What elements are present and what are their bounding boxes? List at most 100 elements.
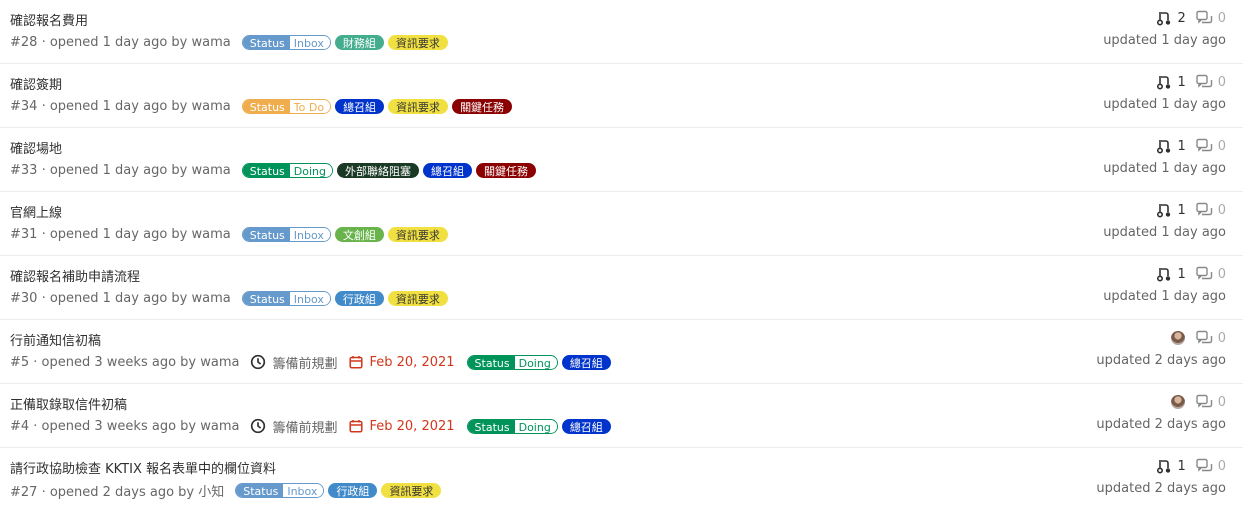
status-label[interactable]: Status Inbox xyxy=(235,482,325,498)
status-label[interactable]: Status Inbox xyxy=(241,34,331,50)
issue-label[interactable]: 文創組 xyxy=(334,226,384,242)
comments-link[interactable]: 0 xyxy=(1196,394,1226,410)
comment-count: 0 xyxy=(1217,138,1226,154)
comments-link[interactable]: 0 xyxy=(1196,330,1226,346)
merge-request-icon xyxy=(1157,140,1171,154)
comments-icon xyxy=(1196,74,1212,88)
issue-title-link[interactable]: 請行政協助檢查 KKTIX 報名表單中的欄位資料 xyxy=(10,458,276,477)
milestone-label: 籌備前規劃 xyxy=(272,356,338,372)
updated-time: updated 2 days ago xyxy=(1096,353,1226,368)
status-label-key: Status xyxy=(467,419,515,433)
status-label[interactable]: Status Inbox xyxy=(241,226,331,242)
status-label[interactable]: Status Doing xyxy=(466,354,558,370)
issue-reference: #28 · opened 1 day ago by wama xyxy=(10,34,231,50)
status-label-key: Status xyxy=(242,291,290,305)
comments-link[interactable]: 0 xyxy=(1196,138,1226,154)
issue-reference: #34 · opened 1 day ago by wama xyxy=(10,98,231,114)
issue-reference: #31 · opened 1 day ago by wama xyxy=(10,226,231,242)
related-merge-requests[interactable]: 1 xyxy=(1156,202,1186,218)
issue-label[interactable]: 總召組 xyxy=(423,162,472,178)
due-date-text: Feb 20, 2021 xyxy=(369,418,455,434)
comments-icon xyxy=(1196,330,1212,344)
merge-request-count: 1 xyxy=(1177,458,1186,474)
issue-title-link[interactable]: 確認報名費用 xyxy=(10,10,88,29)
due-date-calendar-icon xyxy=(349,356,364,369)
comments-icon xyxy=(1196,266,1212,280)
issue-stats: 2 0 xyxy=(1156,9,1226,27)
status-label-key: Status xyxy=(242,163,290,177)
issue-label[interactable]: 資訊要求 xyxy=(387,34,448,50)
issue-label[interactable]: 財務組 xyxy=(334,34,384,50)
issue-stats: 1 0 xyxy=(1156,73,1226,91)
status-label-value: Doing xyxy=(289,163,332,177)
due-date-calendar-icon xyxy=(349,420,364,433)
issue-label[interactable]: 總召組 xyxy=(561,418,611,434)
merge-request-icon xyxy=(1157,12,1171,26)
issue-title-link[interactable]: 官網上線 xyxy=(10,202,62,221)
merge-request-count: 2 xyxy=(1177,10,1186,26)
issue-meta: #27 · opened 2 days ago by 小知 Status Inb… xyxy=(10,481,445,500)
status-label-value: Inbox xyxy=(289,35,330,49)
issue-title-link[interactable]: 確認報名補助申請流程 xyxy=(10,266,140,285)
milestone-link[interactable]: 籌備前規劃 xyxy=(250,353,337,372)
status-label[interactable]: Status Inbox xyxy=(241,290,331,306)
issue-meta: #31 · opened 1 day ago by wama Status In… xyxy=(10,225,452,243)
updated-time: updated 1 day ago xyxy=(1103,161,1226,176)
milestone-clock-icon xyxy=(251,354,266,370)
issue-label[interactable]: 資訊要求 xyxy=(381,482,442,498)
status-label-key: Status xyxy=(242,227,290,241)
updated-time: updated 2 days ago xyxy=(1096,417,1226,432)
milestone-label: 籌備前規劃 xyxy=(272,420,338,436)
related-merge-requests[interactable]: 1 xyxy=(1156,266,1186,282)
issue-label[interactable]: 外部聯絡阻塞 xyxy=(337,162,419,178)
issue-label[interactable]: 資訊要求 xyxy=(387,290,448,306)
issue-title-link[interactable]: 確認簽期 xyxy=(10,74,62,93)
issue-label[interactable]: 資訊要求 xyxy=(387,226,448,242)
milestone-link[interactable]: 籌備前規劃 xyxy=(250,417,337,436)
comment-count: 0 xyxy=(1217,330,1226,346)
milestone-clock-icon xyxy=(251,418,266,434)
related-merge-requests[interactable]: 1 xyxy=(1156,74,1186,90)
status-label[interactable]: Status Doing xyxy=(466,418,558,434)
issue-reference: #4 · opened 3 weeks ago by wama xyxy=(10,418,240,434)
comments-link[interactable]: 0 xyxy=(1196,266,1226,282)
status-label-value: To Do xyxy=(289,99,331,113)
issue-label[interactable]: 資訊要求 xyxy=(388,98,449,114)
issue-list: 確認報名費用 #28 · opened 1 day ago by wama Sta… xyxy=(0,0,1243,512)
related-merge-requests[interactable]: 1 xyxy=(1156,138,1186,154)
comments-link[interactable]: 0 xyxy=(1196,458,1226,474)
status-label[interactable]: Status To Do xyxy=(241,98,332,114)
comments-link[interactable]: 0 xyxy=(1196,74,1226,90)
issue-title-link[interactable]: 確認場地 xyxy=(10,138,62,157)
issue-label[interactable]: 行政組 xyxy=(334,290,384,306)
comment-count: 0 xyxy=(1217,458,1226,474)
updated-time: updated 1 day ago xyxy=(1103,225,1226,240)
status-label-value: Inbox xyxy=(283,483,324,497)
issue-label[interactable]: 關鍵任務 xyxy=(476,162,536,178)
issue-label[interactable]: 總召組 xyxy=(561,354,611,370)
comments-link[interactable]: 0 xyxy=(1196,202,1226,218)
status-label-value: Inbox xyxy=(289,227,330,241)
issue-label[interactable]: 總召組 xyxy=(335,98,385,114)
issue-label[interactable]: 關鍵任務 xyxy=(452,98,513,114)
issue-label[interactable]: 行政組 xyxy=(328,482,378,498)
issue-stats: 1 0 xyxy=(1156,265,1226,283)
status-label-key: Status xyxy=(242,35,290,49)
merge-request-count: 1 xyxy=(1177,266,1186,282)
assignee-avatar[interactable] xyxy=(1170,331,1185,345)
issue-row: 確認場地 #33 · opened 1 day ago by wama Statu… xyxy=(0,128,1243,192)
issue-row: 請行政協助檢查 KKTIX 報名表單中的欄位資料 #27 · opened 2 d… xyxy=(0,448,1243,512)
issue-title-link[interactable]: 行前通知信初稿 xyxy=(10,330,101,349)
status-label-key: Status xyxy=(467,355,515,369)
related-merge-requests[interactable]: 1 xyxy=(1156,458,1186,474)
comments-icon xyxy=(1196,458,1212,472)
updated-time: updated 2 days ago xyxy=(1096,481,1226,496)
comments-icon xyxy=(1196,394,1212,408)
assignee-avatar[interactable] xyxy=(1170,395,1185,409)
issue-title-link[interactable]: 正備取錄取信件初稿 xyxy=(10,394,127,413)
updated-time: updated 1 day ago xyxy=(1103,289,1226,304)
status-label[interactable]: Status Doing xyxy=(241,162,333,178)
related-merge-requests[interactable]: 2 xyxy=(1156,10,1186,26)
due-date-text: Feb 20, 2021 xyxy=(369,354,455,370)
comments-link[interactable]: 0 xyxy=(1196,10,1226,26)
